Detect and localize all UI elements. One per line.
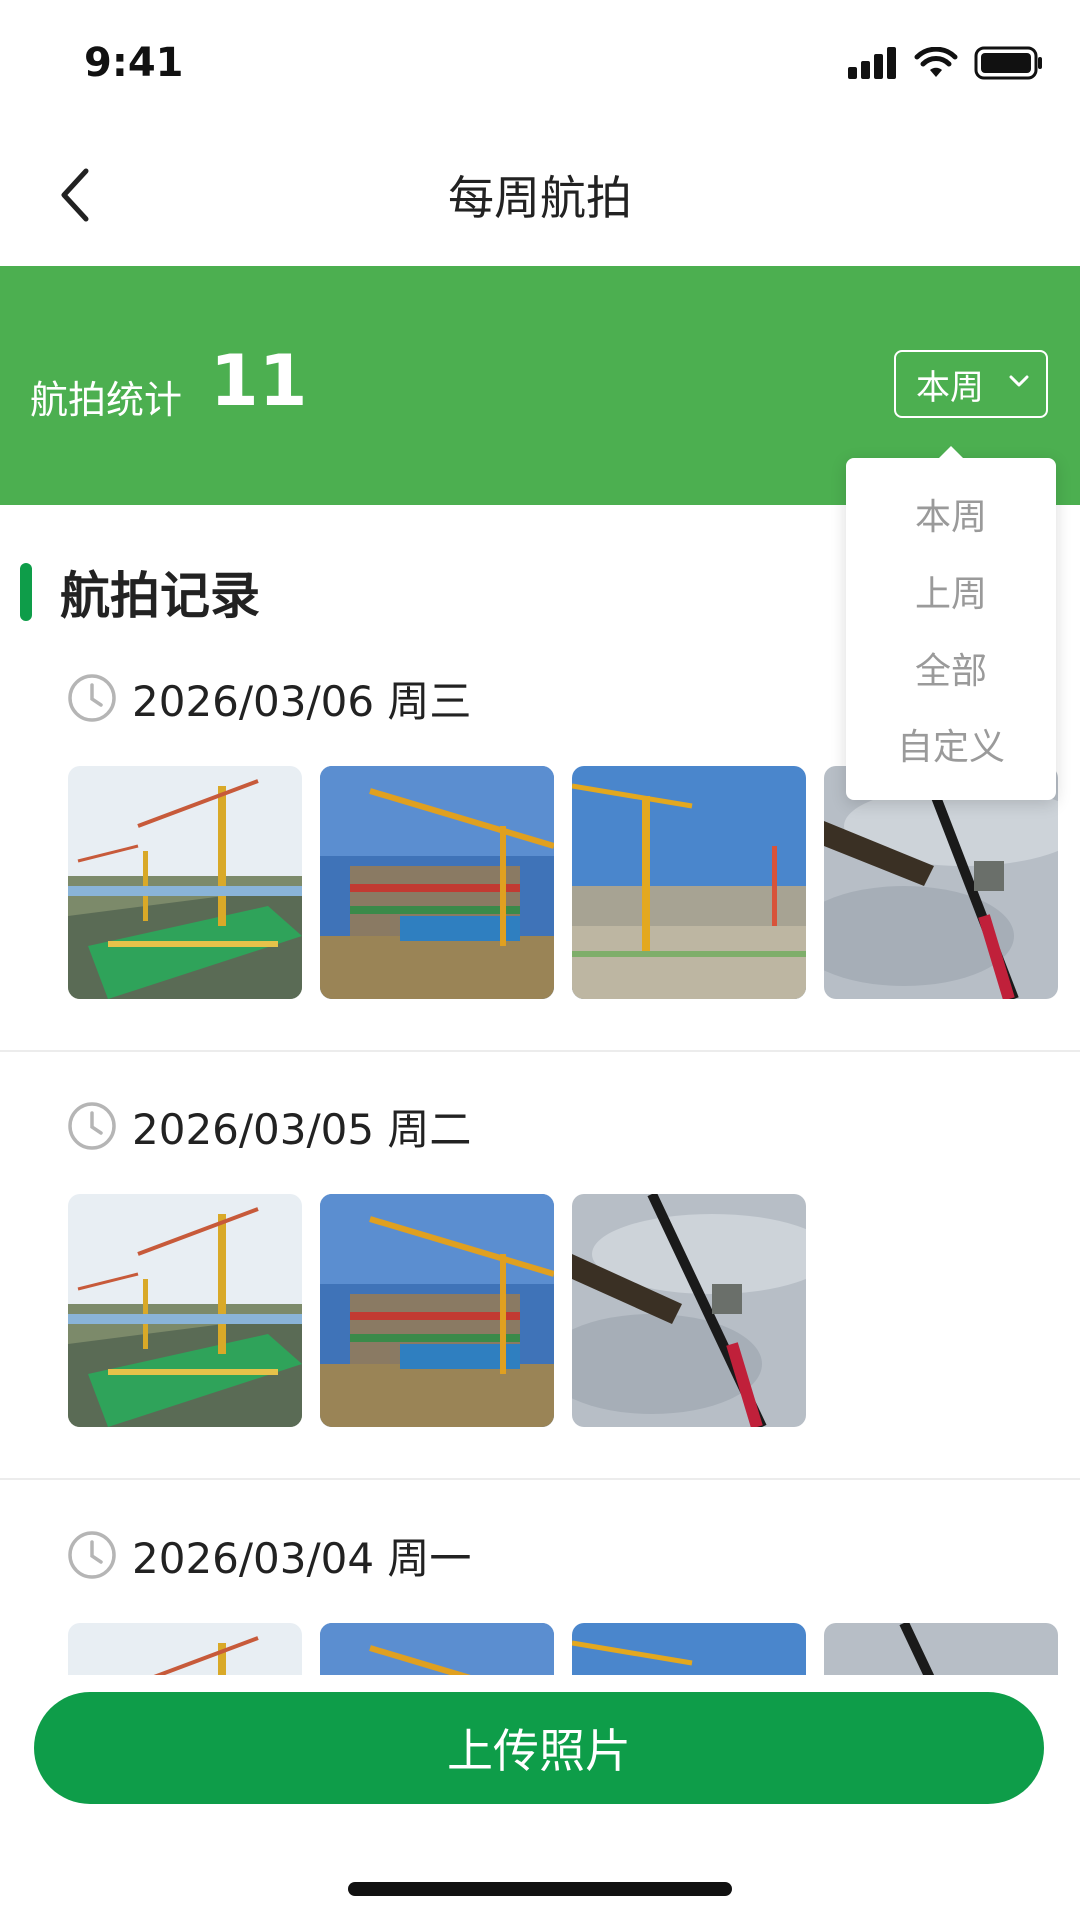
crane-site-photo <box>68 1623 302 1675</box>
photo-thumbnail[interactable] <box>572 766 806 999</box>
dropdown-option-all[interactable]: 全部 <box>846 642 1056 694</box>
divider <box>0 1050 1080 1052</box>
dropdown-arrow <box>938 446 964 459</box>
photo-thumbnail[interactable] <box>572 1623 806 1675</box>
dropdown-option-this-week[interactable]: 本周 <box>846 488 1056 540</box>
crane-jib-sky-photo <box>824 766 1058 999</box>
photo-thumbnail[interactable] <box>824 766 1058 999</box>
building-frame-photo <box>320 1194 554 1427</box>
stats-count: 11 <box>210 340 308 422</box>
building-frame-photo <box>320 766 554 999</box>
record-date: 2026/03/06 周三 <box>132 676 472 726</box>
photo-thumbnail[interactable] <box>320 766 554 999</box>
record-list[interactable]: 航拍统计 11 本周 航拍记录 2026/03/06 周三 2026/03/05… <box>0 0 1080 1675</box>
record-date-row: 2026/03/06 周三 <box>66 670 471 726</box>
photo-thumbnail[interactable] <box>68 766 302 999</box>
record-date-row: 2026/03/05 周二 <box>66 1098 471 1154</box>
divider <box>0 1478 1080 1480</box>
chevron-down-icon <box>1009 375 1029 387</box>
tower-crane-photo <box>572 766 806 999</box>
section-header: 航拍记录 <box>20 560 260 625</box>
tower-crane-photo <box>572 1623 806 1675</box>
clock-icon <box>68 674 116 722</box>
building-frame-photo <box>320 1623 554 1675</box>
photo-thumbnail[interactable] <box>68 1623 302 1675</box>
dropdown-option-last-week[interactable]: 上周 <box>846 565 1056 617</box>
photo-row <box>68 1623 1058 1675</box>
record-date: 2026/03/05 周二 <box>132 1104 472 1154</box>
photo-thumbnail[interactable] <box>824 1623 1058 1675</box>
photo-row <box>68 1194 806 1427</box>
photo-thumbnail[interactable] <box>572 1194 806 1427</box>
crane-jib-sky-photo <box>572 1194 806 1427</box>
clock-icon <box>68 1102 116 1150</box>
photo-thumbnail[interactable] <box>68 1194 302 1427</box>
record-date: 2026/03/04 周一 <box>132 1533 472 1583</box>
section-accent-bar <box>20 563 32 621</box>
photo-row <box>68 766 1058 999</box>
period-dropdown: 本周 上周 全部 自定义 <box>846 446 1056 800</box>
photo-thumbnail[interactable] <box>320 1194 554 1427</box>
crane-jib-sky-photo <box>824 1623 1058 1675</box>
period-select[interactable]: 本周 <box>894 350 1048 418</box>
dropdown-option-custom[interactable]: 自定义 <box>846 718 1056 770</box>
record-date-row: 2026/03/04 周一 <box>66 1527 471 1583</box>
crane-site-photo <box>68 766 302 999</box>
clock-icon <box>68 1531 116 1579</box>
stats-label: 航拍统计 <box>30 378 183 422</box>
upload-photo-button[interactable]: 上传照片 <box>34 1692 1044 1804</box>
section-title: 航拍记录 <box>60 567 260 625</box>
crane-site-photo <box>68 1194 302 1427</box>
period-select-value: 本周 <box>916 367 984 408</box>
photo-thumbnail[interactable] <box>320 1623 554 1675</box>
home-indicator[interactable] <box>348 1882 732 1896</box>
